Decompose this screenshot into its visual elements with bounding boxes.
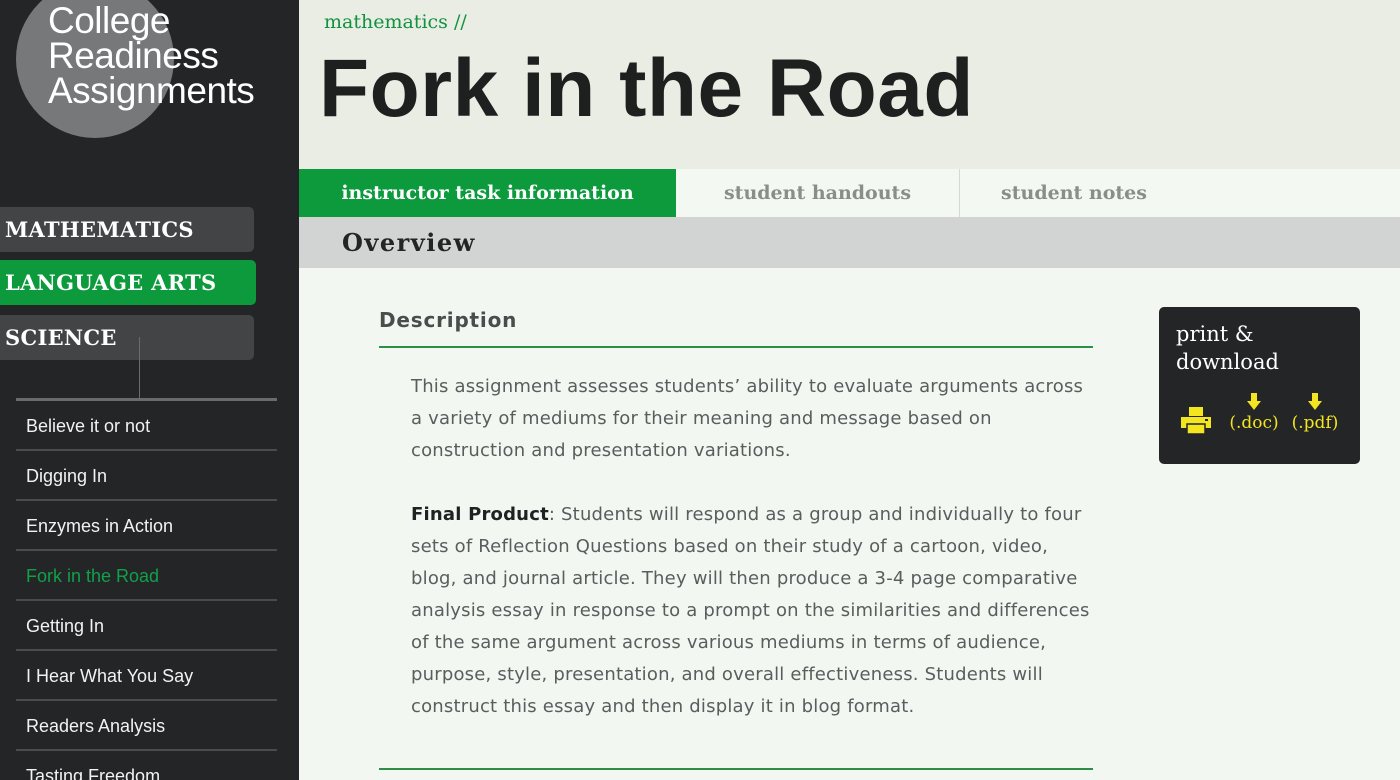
page-title: Fork in the Road [319,43,974,134]
overview-heading: Overview [342,228,476,257]
assignment-link[interactable]: Tasting Freedom [16,751,277,780]
assignment-link[interactable]: Getting In [16,601,277,651]
tab-student-notes[interactable]: student notes [960,169,1188,217]
menu-connector-line [139,337,140,399]
tab-student-handouts[interactable]: student handouts [676,169,959,217]
doc-label: (.doc) [1229,413,1279,433]
overview-bar: Overview [299,217,1400,268]
subject-science-button[interactable]: SCIENCE [0,315,254,360]
subject-language-arts-button[interactable]: LANGUAGE ARTS [0,260,256,305]
assignment-link[interactable]: Believe it or not [16,401,277,451]
final-product-paragraph: Final Product: Students will respond as … [411,499,1091,723]
assignment-link[interactable]: Enzymes in Action [16,501,277,551]
description-paragraph: This assignment assesses students’ abili… [411,376,1084,461]
printer-icon[interactable] [1181,407,1211,435]
final-product-label: Final Product [411,504,549,525]
logo-line-1: College [48,0,170,41]
subject-mathematics-button[interactable]: MATHEMATICS [0,207,254,252]
description-divider [379,346,1093,348]
assignment-link[interactable]: Readers Analysis [16,701,277,751]
tab-instructor-task-information[interactable]: instructor task information [299,169,676,217]
page-header: mathematics // Fork in the Road [299,0,1400,169]
section-bottom-divider [379,768,1093,770]
sidebar: College Readiness Assignments MATHEMATIC… [0,0,299,780]
final-product-text: : Students will respond as a group and i… [411,504,1090,717]
assignment-list: Believe it or not Digging In Enzymes in … [16,401,277,780]
logo-line-2: Readiness [48,35,219,76]
print-download-panel: print & download (.doc) (.pdf) [1159,307,1360,464]
assignment-link-current[interactable]: Fork in the Road [16,551,277,601]
description-heading: Description [379,308,518,332]
pdf-label: (.pdf) [1291,413,1339,433]
print-download-title: print & download [1176,322,1279,374]
assignment-link[interactable]: Digging In [16,451,277,501]
main-content: Description This assignment assesses stu… [299,268,1400,780]
download-pdf-link[interactable]: (.pdf) [1291,393,1339,433]
download-arrow-icon [1247,393,1261,410]
breadcrumb[interactable]: mathematics // [324,11,467,33]
download-arrow-icon [1308,393,1322,410]
download-doc-link[interactable]: (.doc) [1229,393,1279,433]
logo-line-3: Assignments [48,70,255,111]
assignment-link[interactable]: I Hear What You Say [16,651,277,701]
tab-bar: instructor task information student hand… [299,169,1400,217]
site-logo[interactable]: College Readiness Assignments [48,0,255,111]
